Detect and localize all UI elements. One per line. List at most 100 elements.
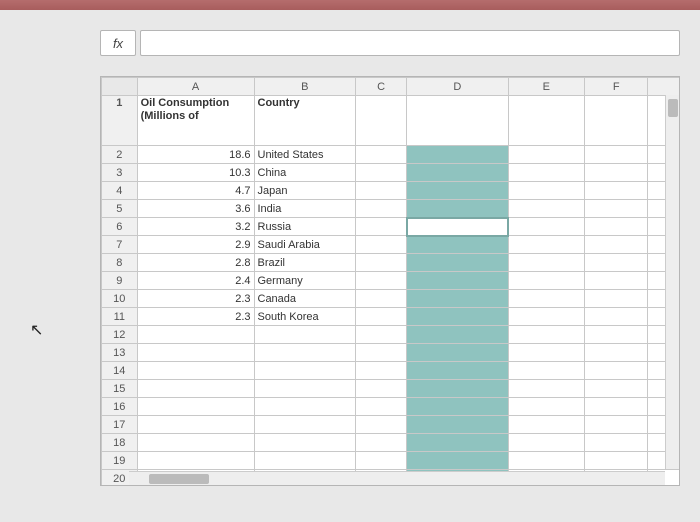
cell-A8[interactable]: 2.8 (137, 254, 254, 272)
row-header[interactable]: 11 (102, 308, 138, 326)
cell-A19[interactable] (137, 452, 254, 470)
cell-F19[interactable] (584, 452, 648, 470)
vertical-scrollbar[interactable] (665, 95, 679, 469)
cell-F8[interactable] (584, 254, 648, 272)
cell-E1[interactable] (508, 96, 584, 146)
cell-F15[interactable] (584, 380, 648, 398)
cell-B19[interactable] (254, 452, 356, 470)
cell-F12[interactable] (584, 326, 648, 344)
cell-D11[interactable] (407, 308, 509, 326)
cell-A5[interactable]: 3.6 (137, 200, 254, 218)
cell-E2[interactable] (508, 146, 584, 164)
cell-E4[interactable] (508, 182, 584, 200)
col-header-C[interactable]: C (356, 78, 407, 96)
cell-B16[interactable] (254, 398, 356, 416)
row-header[interactable]: 19 (102, 452, 138, 470)
col-header-D[interactable]: D (407, 78, 509, 96)
cell-C19[interactable] (356, 452, 407, 470)
row-header[interactable]: 15 (102, 380, 138, 398)
cell-E16[interactable] (508, 398, 584, 416)
cell-C2[interactable] (356, 146, 407, 164)
cell-B11[interactable]: South Korea (254, 308, 356, 326)
vertical-scroll-thumb[interactable] (668, 99, 678, 117)
cell-E18[interactable] (508, 434, 584, 452)
cell-D16[interactable] (407, 398, 509, 416)
cell-A3[interactable]: 10.3 (137, 164, 254, 182)
cell-C18[interactable] (356, 434, 407, 452)
cell-B10[interactable]: Canada (254, 290, 356, 308)
cell-A14[interactable] (137, 362, 254, 380)
row-header[interactable]: 18 (102, 434, 138, 452)
cell-C14[interactable] (356, 362, 407, 380)
cell-A16[interactable] (137, 398, 254, 416)
cell-D1[interactable] (407, 96, 509, 146)
cell-F1[interactable] (584, 96, 648, 146)
cell-B1[interactable]: Country (254, 96, 356, 146)
cell-F7[interactable] (584, 236, 648, 254)
cell-F6[interactable] (584, 218, 648, 236)
cell-E7[interactable] (508, 236, 584, 254)
cell-D2[interactable] (407, 146, 509, 164)
cell-A17[interactable] (137, 416, 254, 434)
cell-E12[interactable] (508, 326, 584, 344)
cell-E19[interactable] (508, 452, 584, 470)
row-header[interactable]: 1 (102, 96, 138, 146)
cell-A12[interactable] (137, 326, 254, 344)
cell-C8[interactable] (356, 254, 407, 272)
cell-C9[interactable] (356, 272, 407, 290)
cell-E8[interactable] (508, 254, 584, 272)
cell-C1[interactable] (356, 96, 407, 146)
cell-C16[interactable] (356, 398, 407, 416)
cell-D14[interactable] (407, 362, 509, 380)
cell-A11[interactable]: 2.3 (137, 308, 254, 326)
cell-B7[interactable]: Saudi Arabia (254, 236, 356, 254)
row-header[interactable]: 14 (102, 362, 138, 380)
cell-B14[interactable] (254, 362, 356, 380)
cell-A4[interactable]: 4.7 (137, 182, 254, 200)
cell-B13[interactable] (254, 344, 356, 362)
cell-A9[interactable]: 2.4 (137, 272, 254, 290)
cell-F3[interactable] (584, 164, 648, 182)
cell-C17[interactable] (356, 416, 407, 434)
cell-D13[interactable] (407, 344, 509, 362)
row-header[interactable]: 4 (102, 182, 138, 200)
cell-A1[interactable]: Oil Consumption (Millions of (137, 96, 254, 146)
cell-E13[interactable] (508, 344, 584, 362)
cell-B17[interactable] (254, 416, 356, 434)
cell-C12[interactable] (356, 326, 407, 344)
cell-D8[interactable] (407, 254, 509, 272)
cell-D18[interactable] (407, 434, 509, 452)
cell-E17[interactable] (508, 416, 584, 434)
cell-C7[interactable] (356, 236, 407, 254)
cell-C15[interactable] (356, 380, 407, 398)
cell-A18[interactable] (137, 434, 254, 452)
cell-F14[interactable] (584, 362, 648, 380)
cell-C13[interactable] (356, 344, 407, 362)
cell-F17[interactable] (584, 416, 648, 434)
cell-E3[interactable] (508, 164, 584, 182)
row-header[interactable]: 9 (102, 272, 138, 290)
cell-B12[interactable] (254, 326, 356, 344)
fx-button[interactable]: fx (100, 30, 136, 56)
cell-B15[interactable] (254, 380, 356, 398)
cell-E15[interactable] (508, 380, 584, 398)
row-header[interactable]: 16 (102, 398, 138, 416)
grid[interactable]: A B C D E F G H 1Oil Consumption (Millio… (101, 77, 680, 486)
cell-C5[interactable] (356, 200, 407, 218)
cell-B18[interactable] (254, 434, 356, 452)
cell-C3[interactable] (356, 164, 407, 182)
horizontal-scrollbar[interactable] (129, 471, 665, 485)
cell-E10[interactable] (508, 290, 584, 308)
cell-F18[interactable] (584, 434, 648, 452)
cell-F13[interactable] (584, 344, 648, 362)
row-header[interactable]: 3 (102, 164, 138, 182)
row-header[interactable]: 2 (102, 146, 138, 164)
cell-D4[interactable] (407, 182, 509, 200)
col-header-A[interactable]: A (137, 78, 254, 96)
cell-B4[interactable]: Japan (254, 182, 356, 200)
cell-F10[interactable] (584, 290, 648, 308)
cell-C6[interactable] (356, 218, 407, 236)
cell-F11[interactable] (584, 308, 648, 326)
cell-D19[interactable] (407, 452, 509, 470)
cell-B9[interactable]: Germany (254, 272, 356, 290)
